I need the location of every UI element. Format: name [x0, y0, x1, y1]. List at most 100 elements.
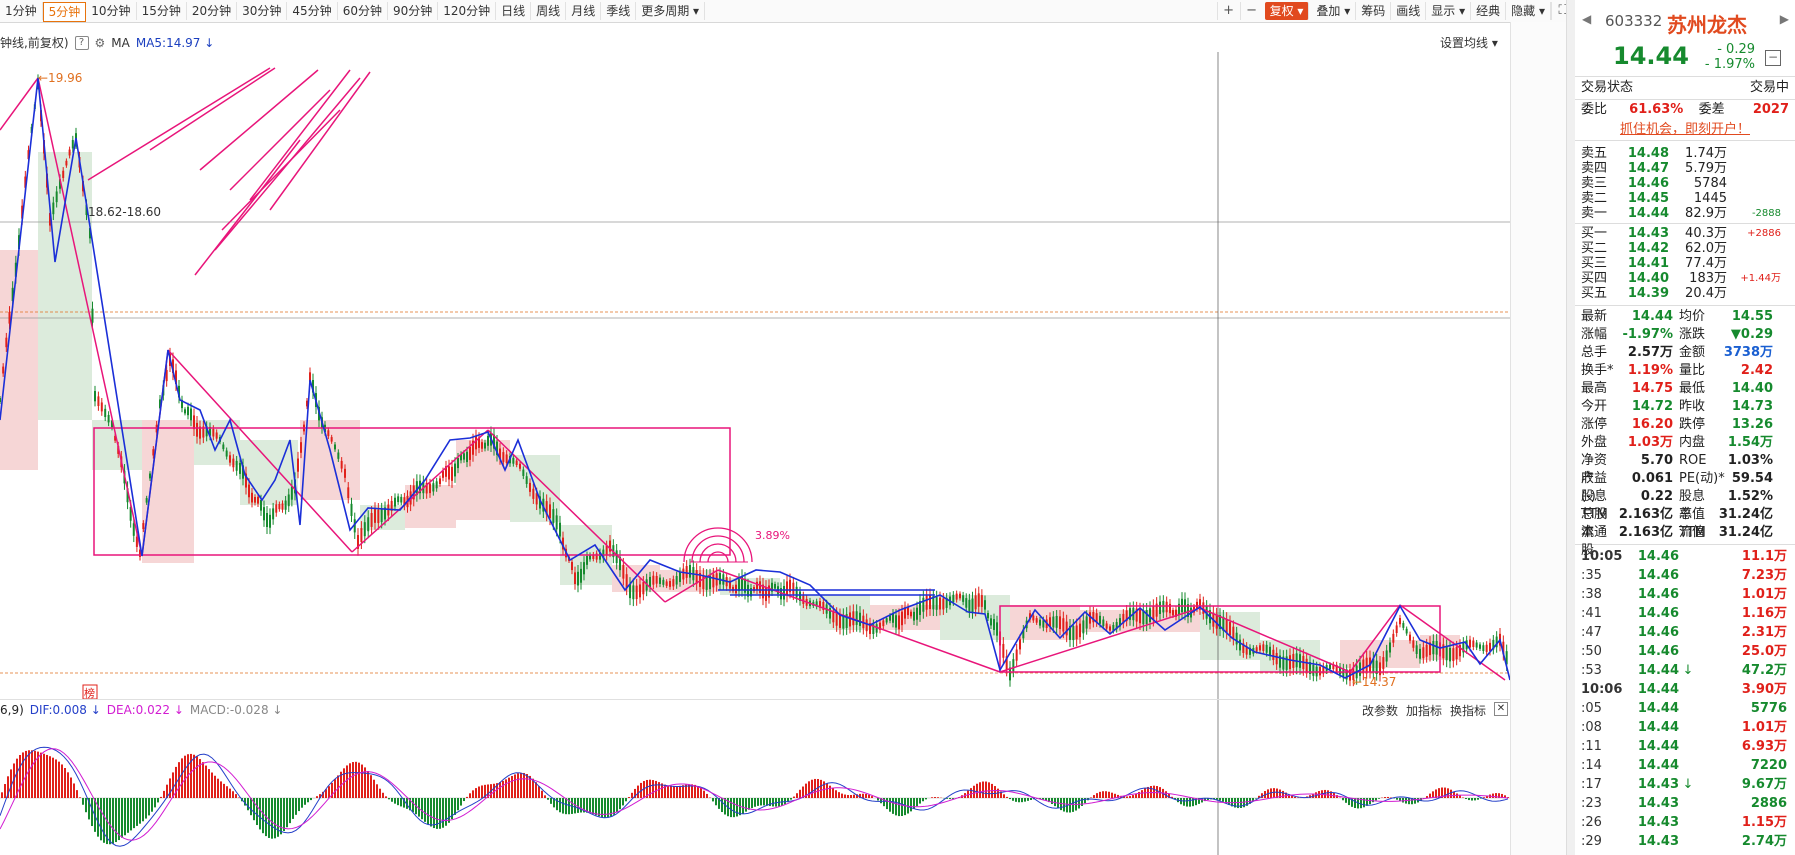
- overlay-button[interactable]: 叠加 ▾: [1311, 2, 1357, 20]
- zoom-out-icon[interactable]: −: [1239, 2, 1263, 20]
- period-tab[interactable]: 45分钟: [287, 2, 338, 20]
- candle-body: [942, 598, 945, 610]
- period-tab[interactable]: 周线: [531, 2, 567, 20]
- period-tab[interactable]: 日线: [496, 2, 532, 20]
- kline-chart[interactable]: 19.5019.0018.5018.0017.7217.5017.0016.50…: [0, 22, 1574, 855]
- bids-row[interactable]: 买三 14.41 77.4万: [1575, 256, 1795, 271]
- period-tab[interactable]: 更多周期 ▾: [636, 2, 706, 20]
- candle-body: [466, 451, 468, 463]
- trend-line: [229, 89, 331, 191]
- bids-cell: 77.4万: [1685, 256, 1727, 271]
- quote-label: 跌停: [1679, 417, 1706, 432]
- period-tab[interactable]: 20分钟: [187, 2, 238, 20]
- trade-cell: [1679, 566, 1697, 585]
- candle-body: [451, 466, 453, 481]
- fuquan-button[interactable]: 复权 ▾: [1264, 2, 1310, 20]
- candle-body: [1479, 644, 1481, 649]
- period-tab[interactable]: 60分钟: [338, 2, 388, 20]
- quote-label: 今开: [1581, 399, 1608, 414]
- candle-body: [269, 514, 271, 528]
- period-tab[interactable]: 1分钟: [0, 2, 43, 20]
- quote-label: 最新: [1581, 309, 1608, 324]
- candle-body: [913, 611, 915, 621]
- candle-body: [439, 478, 441, 484]
- bids-row[interactable]: 买二 14.42 62.0万: [1575, 241, 1795, 256]
- candle-body: [196, 422, 198, 437]
- candle-body: [1172, 610, 1174, 616]
- period-tab[interactable]: 10分钟: [86, 2, 137, 20]
- candle-body: [675, 576, 678, 585]
- asks-cell: 卖四: [1581, 161, 1608, 176]
- candle-body: [1425, 644, 1428, 657]
- bids-row[interactable]: 买一 14.43 40.3万 +2886: [1575, 226, 1795, 241]
- close-icon[interactable]: ✕: [1494, 702, 1508, 716]
- edit-params-button[interactable]: 改参数: [1362, 702, 1398, 719]
- candle-body: [334, 444, 336, 450]
- hide-button[interactable]: 隐藏 ▾: [1506, 2, 1551, 20]
- candle-body: [330, 437, 333, 442]
- open-account-link[interactable]: 抓住机会，即刻开户！: [1575, 120, 1795, 141]
- trade-cell: [1679, 623, 1697, 642]
- bids-cell: 14.40: [1627, 271, 1669, 286]
- period-tab[interactable]: 30分钟: [237, 2, 288, 20]
- asks-row[interactable]: 卖二 14.45 1445: [1575, 191, 1795, 206]
- candle-body: [1255, 647, 1258, 652]
- switch-indicator-button[interactable]: 换指标: [1450, 702, 1486, 719]
- candle-body: [350, 503, 353, 516]
- period-tab[interactable]: 月线: [566, 2, 602, 20]
- quote-row: 外盘 1.03万 内盘 1.54万: [1575, 434, 1795, 452]
- quote-label: 最高: [1581, 381, 1608, 396]
- quote-value: 14.72: [1631, 399, 1673, 414]
- candle-body: [996, 622, 998, 636]
- quote-label: 涨停: [1581, 417, 1608, 432]
- period-tab[interactable]: 120分钟: [438, 2, 497, 20]
- asks-row[interactable]: 卖五 14.48 1.74万: [1575, 146, 1795, 161]
- candle-body: [935, 597, 938, 610]
- candle-body: [363, 522, 366, 537]
- prev-stock-icon[interactable]: ◀: [1582, 12, 1591, 26]
- candle-body: [659, 577, 661, 584]
- next-stock-icon[interactable]: ▶: [1780, 12, 1789, 26]
- asks-row[interactable]: 卖四 14.47 5.79万: [1575, 161, 1795, 176]
- classic-button[interactable]: 经典: [1471, 2, 1507, 20]
- asks-row[interactable]: 卖三 14.46 5784: [1575, 176, 1795, 191]
- period-tab[interactable]: 90分钟: [388, 2, 439, 20]
- candle-body: [1449, 647, 1451, 662]
- bids-row[interactable]: 买五 14.39 20.4万: [1575, 286, 1795, 301]
- trade-cell: 14.46: [1637, 644, 1679, 659]
- trade-cell: ↓: [1682, 777, 1694, 792]
- candle-body: [571, 561, 573, 571]
- bids-row[interactable]: 买四 14.40 183万 +1.44万: [1575, 271, 1795, 286]
- trade-cell: 2886: [1750, 796, 1787, 811]
- candle-body: [1196, 601, 1198, 609]
- candle-body: [712, 574, 715, 588]
- zoom-in-icon[interactable]: +: [1216, 2, 1240, 20]
- trade-cell: 14.44: [1637, 682, 1679, 697]
- candle-body: [457, 457, 459, 469]
- collapse-button[interactable]: −: [1765, 50, 1781, 66]
- candle-body: [107, 414, 110, 423]
- trade-row: :53 14.44 ↓ 47.2万: [1575, 661, 1795, 680]
- period-tab[interactable]: 15分钟: [137, 2, 187, 20]
- candle-body: [1152, 606, 1155, 620]
- trade-cell: 14.46: [1637, 587, 1679, 602]
- candle-body: [865, 619, 868, 632]
- trade-cell: :11: [1581, 739, 1602, 754]
- chouma-button[interactable]: 筹码: [1356, 2, 1392, 20]
- asks-cell: 1.74万: [1685, 146, 1727, 161]
- add-indicator-button[interactable]: 加指标: [1406, 702, 1442, 719]
- display-button[interactable]: 显示 ▾: [1426, 2, 1472, 20]
- trend-line: [214, 77, 361, 251]
- period-tab[interactable]: 季线: [601, 2, 637, 20]
- asks-cell: [1727, 161, 1781, 176]
- asks-cell: 14.46: [1627, 176, 1669, 191]
- candle-body: [512, 457, 515, 464]
- candle-body: [149, 473, 151, 479]
- asks-row[interactable]: 卖一 14.44 82.9万 -2888: [1575, 206, 1795, 221]
- draw-line-button[interactable]: 画线: [1391, 2, 1427, 20]
- quote-row: 换手* 1.19% 量比 2.42: [1575, 362, 1795, 380]
- trade-cell: 14.44: [1637, 720, 1679, 735]
- toolbar-tools: + − 复权 ▾ 叠加 ▾ 筹码 画线 显示 ▾ 经典 隐藏 ▾ ⛶: [1216, 2, 1574, 20]
- period-tab[interactable]: 5分钟: [42, 2, 87, 22]
- trade-cell: 14.46: [1637, 568, 1679, 583]
